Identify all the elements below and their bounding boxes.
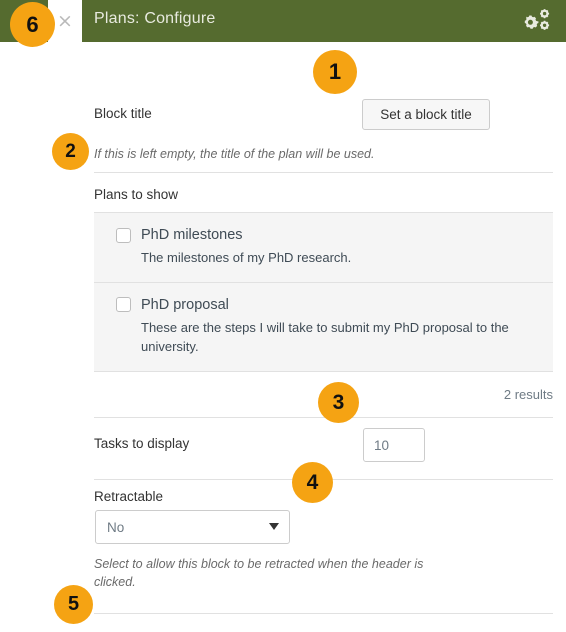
set-block-title-button[interactable]: Set a block title (362, 99, 490, 130)
block-title-help: If this is left empty, the title of the … (94, 147, 375, 161)
tasks-to-display-label: Tasks to display (94, 436, 190, 451)
plan-description: These are the steps I will take to submi… (141, 319, 509, 355)
block-title-label: Block title (94, 106, 152, 121)
divider-4 (94, 613, 553, 614)
list-item[interactable]: PhD milestones The milestones of my PhD … (94, 213, 553, 282)
dialog-body: Block title Set a block title If this is… (0, 42, 566, 632)
callout-badge-2: 2 (52, 133, 89, 170)
list-item[interactable]: PhD proposal These are the steps I will … (94, 281, 553, 371)
divider-1 (94, 172, 553, 173)
plans-list: PhD milestones The milestones of my PhD … (94, 212, 553, 372)
block-configure-dialog: × Plans: Configure Block title Set a blo… (0, 0, 566, 632)
callout-badge-5: 5 (54, 585, 93, 624)
retractable-help: Select to allow this block to be retract… (94, 557, 424, 590)
callout-badge-3: 3 (318, 382, 359, 423)
retractable-select-box[interactable]: No (95, 510, 290, 544)
plan-checkbox[interactable] (116, 227, 131, 243)
callout-badge-1: 1 (313, 50, 357, 94)
dialog-header: × Plans: Configure (0, 0, 566, 42)
close-icon: × (57, 9, 73, 32)
retractable-label: Retractable (94, 489, 164, 504)
retractable-select[interactable]: No (95, 510, 290, 544)
callout-badge-6: 6 (10, 2, 55, 47)
plans-to-show-label: Plans to show (94, 187, 179, 202)
plan-title: PhD milestones (141, 227, 243, 243)
tasks-to-display-input[interactable] (363, 428, 425, 462)
retractable-selected-value: No (107, 519, 125, 535)
plan-description: The milestones of my PhD research. (141, 250, 352, 265)
callout-badge-4: 4 (292, 462, 333, 503)
dialog-title: Plans: Configure (94, 10, 216, 27)
cogs-icon[interactable] (523, 8, 553, 35)
plan-checkbox[interactable] (116, 297, 131, 312)
plan-title: PhD proposal (141, 296, 229, 313)
chevron-down-icon (269, 523, 279, 530)
